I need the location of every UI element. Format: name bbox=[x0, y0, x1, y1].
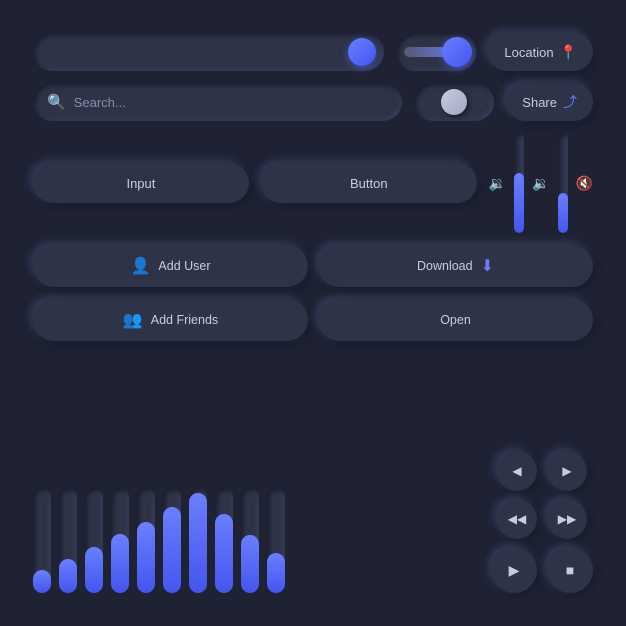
open-button[interactable]: Open bbox=[318, 299, 593, 341]
next-icon: ▶ bbox=[562, 464, 571, 478]
input-label: Input bbox=[126, 176, 155, 191]
location-button[interactable]: Location 📍 bbox=[488, 33, 593, 71]
bar-fill-9 bbox=[267, 553, 285, 593]
button-label: Button bbox=[350, 176, 388, 191]
small-slider[interactable] bbox=[414, 83, 494, 121]
controls-section: ◀ ▶ ◀◀ ▶▶ ▶ ■ bbox=[491, 451, 593, 593]
bottom-section: ◀ ▶ ◀◀ ▶▶ ▶ ■ bbox=[33, 353, 593, 593]
bar-fill-4 bbox=[137, 522, 155, 593]
vol-slider-1[interactable] bbox=[514, 133, 524, 233]
controls-row-2: ◀◀ ▶▶ bbox=[497, 499, 587, 539]
button-pill[interactable]: Button bbox=[261, 163, 477, 203]
add-user-icon: 👤 bbox=[130, 256, 150, 276]
row-1: Location 📍 bbox=[33, 33, 593, 71]
vol-fill-1 bbox=[514, 173, 524, 233]
volume-section: 🔉 🔉 🔇 bbox=[489, 133, 593, 233]
share-label: Share bbox=[522, 95, 557, 110]
add-friends-button[interactable]: 👥 Add Friends bbox=[33, 299, 308, 341]
location-pin-icon: 📍 bbox=[560, 44, 577, 61]
search-placeholder-text: Search... bbox=[74, 95, 126, 110]
row-3: Input Button 🔉 🔉 🔇 bbox=[33, 133, 593, 233]
bar-4[interactable] bbox=[137, 488, 155, 593]
bar-7[interactable] bbox=[215, 488, 233, 593]
open-label: Open bbox=[440, 313, 471, 327]
bar-6[interactable] bbox=[189, 488, 207, 593]
stop-button[interactable]: ■ bbox=[547, 547, 593, 593]
toggle-switch[interactable] bbox=[396, 33, 476, 71]
bar-fill-2 bbox=[85, 547, 103, 593]
controls-row-1: ◀ ▶ bbox=[497, 451, 587, 491]
volume-mute-icon: 🔇 bbox=[576, 175, 593, 192]
add-user-label: Add User bbox=[158, 259, 210, 273]
bar-fill-3 bbox=[111, 534, 129, 593]
rewind-icon: ◀◀ bbox=[508, 512, 526, 526]
fast-forward-button[interactable]: ▶▶ bbox=[547, 499, 587, 539]
vol-slider-2[interactable] bbox=[558, 133, 568, 233]
bar-0[interactable] bbox=[33, 488, 51, 593]
volume-medium-icon: 🔉 bbox=[532, 175, 549, 192]
row-4: 👤 Add User Download ⬇ bbox=[33, 245, 593, 287]
slider-thumb bbox=[348, 38, 376, 66]
bar-fill-0 bbox=[33, 570, 51, 593]
add-user-button[interactable]: 👤 Add User bbox=[33, 245, 308, 287]
row-2: 🔍 Search... Share ⤴ bbox=[33, 83, 593, 121]
input-button[interactable]: Input bbox=[33, 163, 249, 203]
small-slider-knob bbox=[441, 89, 467, 115]
play-button[interactable]: ▶ bbox=[491, 547, 537, 593]
row-5: 👥 Add Friends Open bbox=[33, 299, 593, 341]
search-icon: 🔍 bbox=[47, 93, 66, 111]
share-icon: ⤴ bbox=[563, 92, 577, 112]
controls-row-3: ▶ ■ bbox=[491, 547, 593, 593]
vol-fill-2 bbox=[558, 193, 568, 233]
location-label: Location bbox=[504, 45, 553, 60]
play-icon: ▶ bbox=[509, 562, 520, 579]
ui-kit: Location 📍 🔍 Search... Share ⤴ Input But… bbox=[23, 23, 603, 603]
bar-2[interactable] bbox=[85, 488, 103, 593]
bar-fill-6 bbox=[189, 493, 207, 593]
bars-section bbox=[33, 484, 479, 593]
bar-5[interactable] bbox=[163, 488, 181, 593]
bar-8[interactable] bbox=[241, 488, 259, 593]
wide-slider[interactable] bbox=[33, 33, 384, 71]
prev-button[interactable]: ◀ bbox=[497, 451, 537, 491]
bar-9[interactable] bbox=[267, 488, 285, 593]
download-icon: ⬇ bbox=[481, 256, 494, 276]
rewind-button[interactable]: ◀◀ bbox=[497, 499, 537, 539]
bar-fill-8 bbox=[241, 535, 259, 593]
bar-fill-1 bbox=[59, 559, 77, 593]
volume-low-icon: 🔉 bbox=[489, 175, 506, 192]
add-friends-icon: 👥 bbox=[123, 310, 143, 330]
next-button[interactable]: ▶ bbox=[547, 451, 587, 491]
bar-3[interactable] bbox=[111, 488, 129, 593]
share-button[interactable]: Share ⤴ bbox=[506, 83, 593, 121]
search-bar[interactable]: 🔍 Search... bbox=[33, 83, 402, 121]
prev-icon: ◀ bbox=[512, 464, 521, 478]
fast-forward-icon: ▶▶ bbox=[558, 512, 576, 526]
bar-fill-7 bbox=[215, 514, 233, 593]
download-button[interactable]: Download ⬇ bbox=[318, 245, 593, 287]
download-label: Download bbox=[417, 259, 473, 273]
bar-fill-5 bbox=[163, 507, 181, 593]
toggle-knob bbox=[442, 37, 472, 67]
bar-1[interactable] bbox=[59, 488, 77, 593]
stop-icon: ■ bbox=[566, 562, 574, 578]
add-friends-label: Add Friends bbox=[151, 313, 218, 327]
